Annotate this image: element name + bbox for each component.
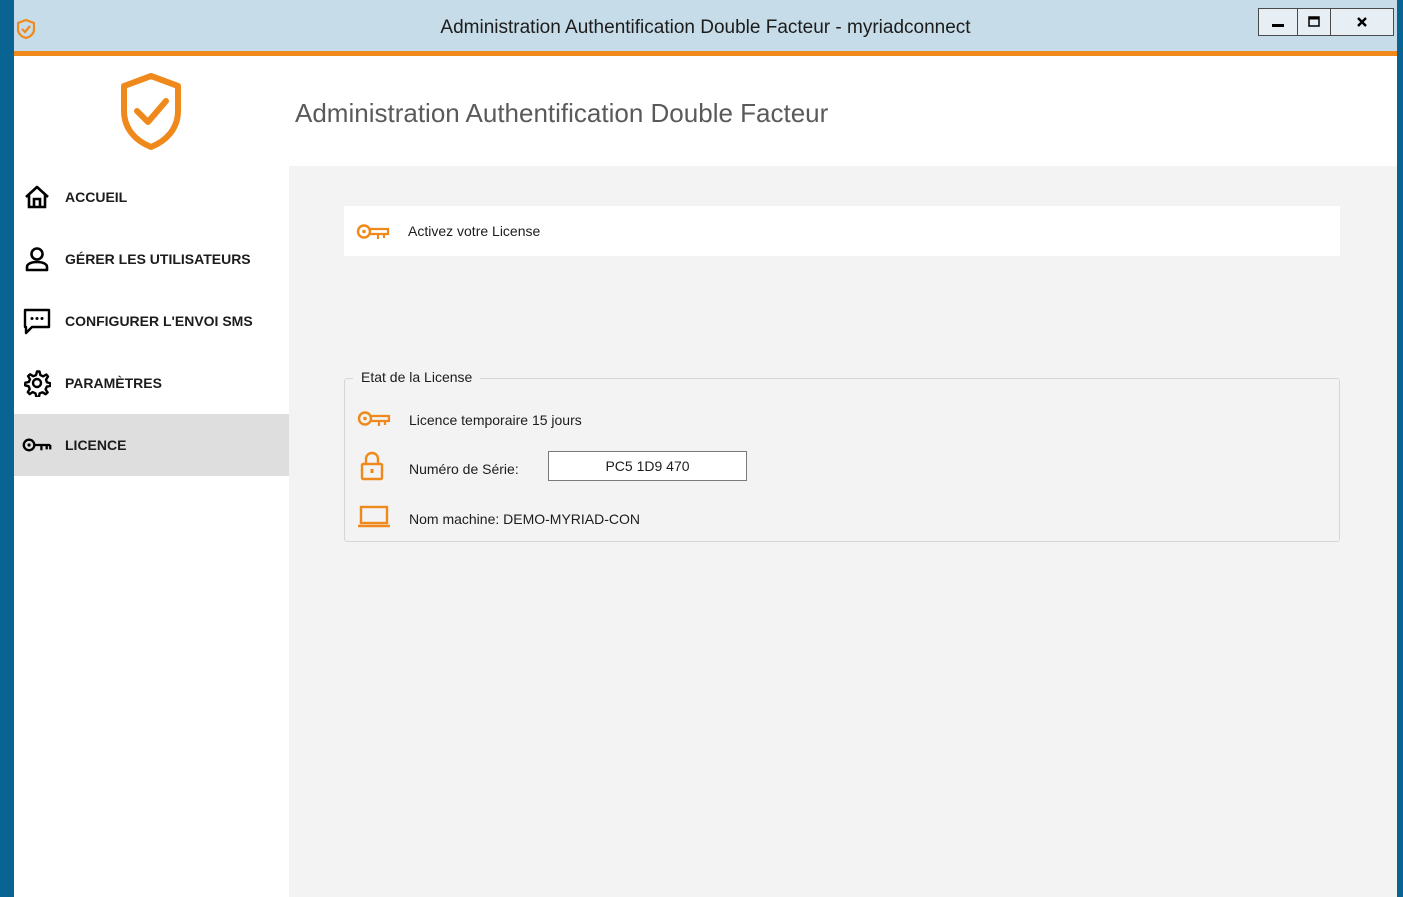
sidebar-item-licence[interactable]: LICENCE [14,414,289,476]
sidebar-item-sms[interactable]: CONFIGURER L'ENVOI SMS [14,290,289,352]
page-title: Administration Authentification Double F… [295,98,829,128]
license-state-group: Etat de la License Licence temporaire 15… [344,369,1340,542]
activate-license-button[interactable]: Activez votre License [344,206,1340,256]
license-state-legend: Etat de la License [353,369,481,385]
maximize-button[interactable] [1297,8,1331,36]
key-icon [357,411,391,426]
key-icon [22,430,52,460]
minimize-button[interactable] [1258,8,1298,36]
sidebar: ACCUEIL GÉRER LES UTILISATEURS CONFIGURE… [14,166,289,897]
main-content: Activez votre License Etat de la License… [289,166,1397,897]
laptop-icon [358,505,390,528]
close-icon [1357,17,1367,27]
app-header: Administration Authentification Double F… [14,56,1397,166]
window-title: Administration Authentification Double F… [440,17,971,38]
sidebar-item-label: PARAMÈTRES [65,375,162,391]
sidebar-item-label: GÉRER LES UTILISATEURS [65,251,251,267]
sidebar-item-label: LICENCE [65,437,127,453]
sidebar-item-label: ACCUEIL [65,189,128,205]
sidebar-item-label: CONFIGURER L'ENVOI SMS [65,313,253,329]
shield-check-icon [121,73,181,150]
activate-license-label: Activez votre License [408,223,541,239]
minimize-icon [1272,24,1284,27]
sidebar-item-accueil[interactable]: ACCUEIL [14,166,289,228]
user-icon [22,244,52,274]
sidebar-item-users[interactable]: GÉRER LES UTILISATEURS [14,228,289,290]
gear-icon [22,368,52,398]
serial-number-label: Numéro de Série: [409,461,519,477]
message-icon [22,306,52,336]
lock-icon [360,451,384,481]
app-window: Administration Authentification Double F… [14,0,1397,897]
sidebar-item-settings[interactable]: PARAMÈTRES [14,352,289,414]
machine-name-text: Nom machine: DEMO-MYRIAD-CON [409,511,641,527]
maximize-icon [1308,16,1320,27]
key-icon [356,224,390,239]
title-bar[interactable]: Administration Authentification Double F… [14,0,1397,56]
close-button[interactable] [1330,8,1394,36]
window-controls [1258,8,1394,36]
home-icon [22,182,52,212]
license-temporary-text: Licence temporaire 15 jours [409,412,582,428]
serial-number-field[interactable] [548,451,747,481]
